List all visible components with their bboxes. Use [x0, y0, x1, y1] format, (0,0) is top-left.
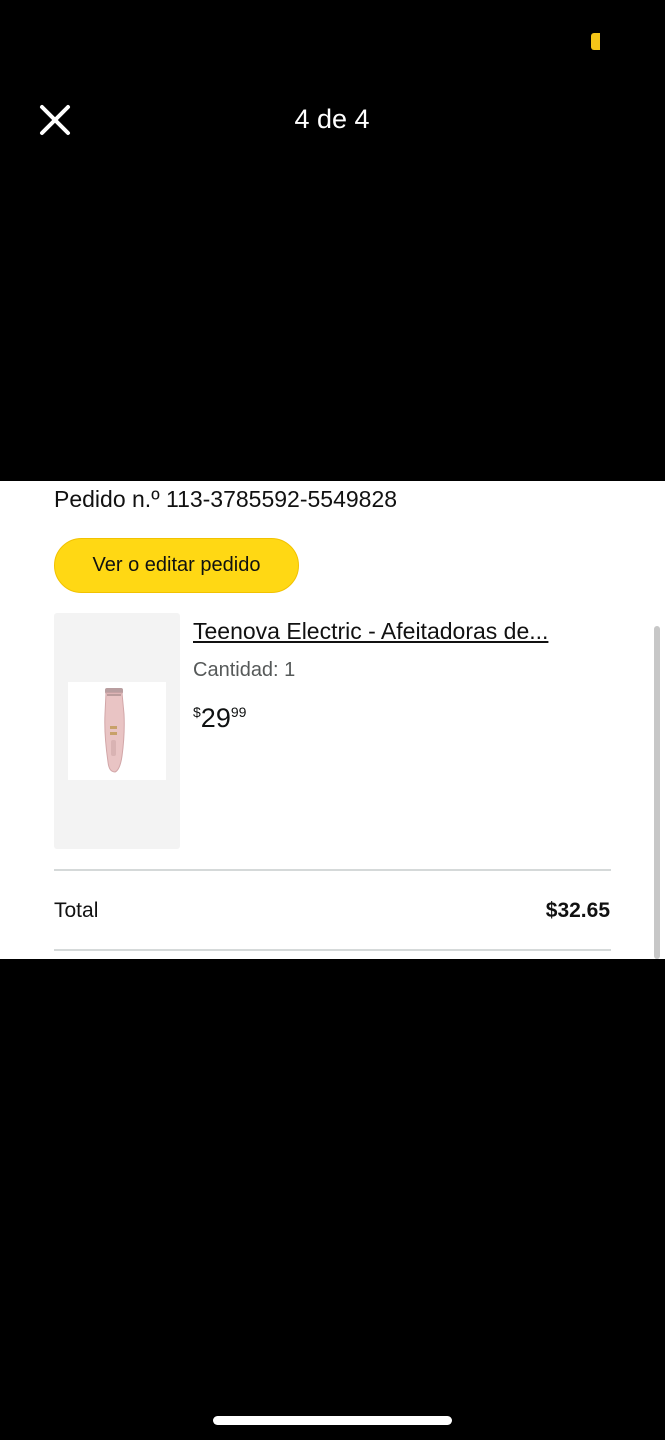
- order-screenshot: Pedido n.º 113-3785592-5549828 Ver o edi…: [0, 481, 665, 959]
- electric-shaver-product-image: [68, 682, 166, 780]
- total-label: Total: [54, 899, 99, 922]
- price-whole: 29: [200, 703, 231, 733]
- divider: [54, 869, 611, 871]
- home-indicator[interactable]: [213, 1416, 452, 1425]
- price-currency-symbol: $: [193, 704, 201, 720]
- page-counter: 4 de 4: [294, 104, 370, 134]
- close-icon: [40, 105, 70, 135]
- divider: [54, 949, 611, 951]
- edit-order-button[interactable]: Ver o editar pedido: [54, 538, 299, 593]
- price-fraction: 99: [230, 704, 247, 720]
- order-number: Pedido n.º 113-3785592-5549828: [54, 486, 398, 512]
- total-value: $32.65: [545, 899, 610, 922]
- item-price: $2999: [193, 701, 246, 735]
- scrollbar[interactable]: [654, 626, 660, 959]
- product-thumbnail[interactable]: [54, 613, 180, 849]
- product-title-link[interactable]: Teenova Electric - Afeitadoras de...: [193, 616, 548, 646]
- close-button[interactable]: [34, 99, 76, 141]
- status-indicator-icon: [591, 33, 600, 50]
- item-quantity: Cantidad: 1: [193, 659, 296, 681]
- image-viewer-header: 4 de 4: [0, 0, 665, 200]
